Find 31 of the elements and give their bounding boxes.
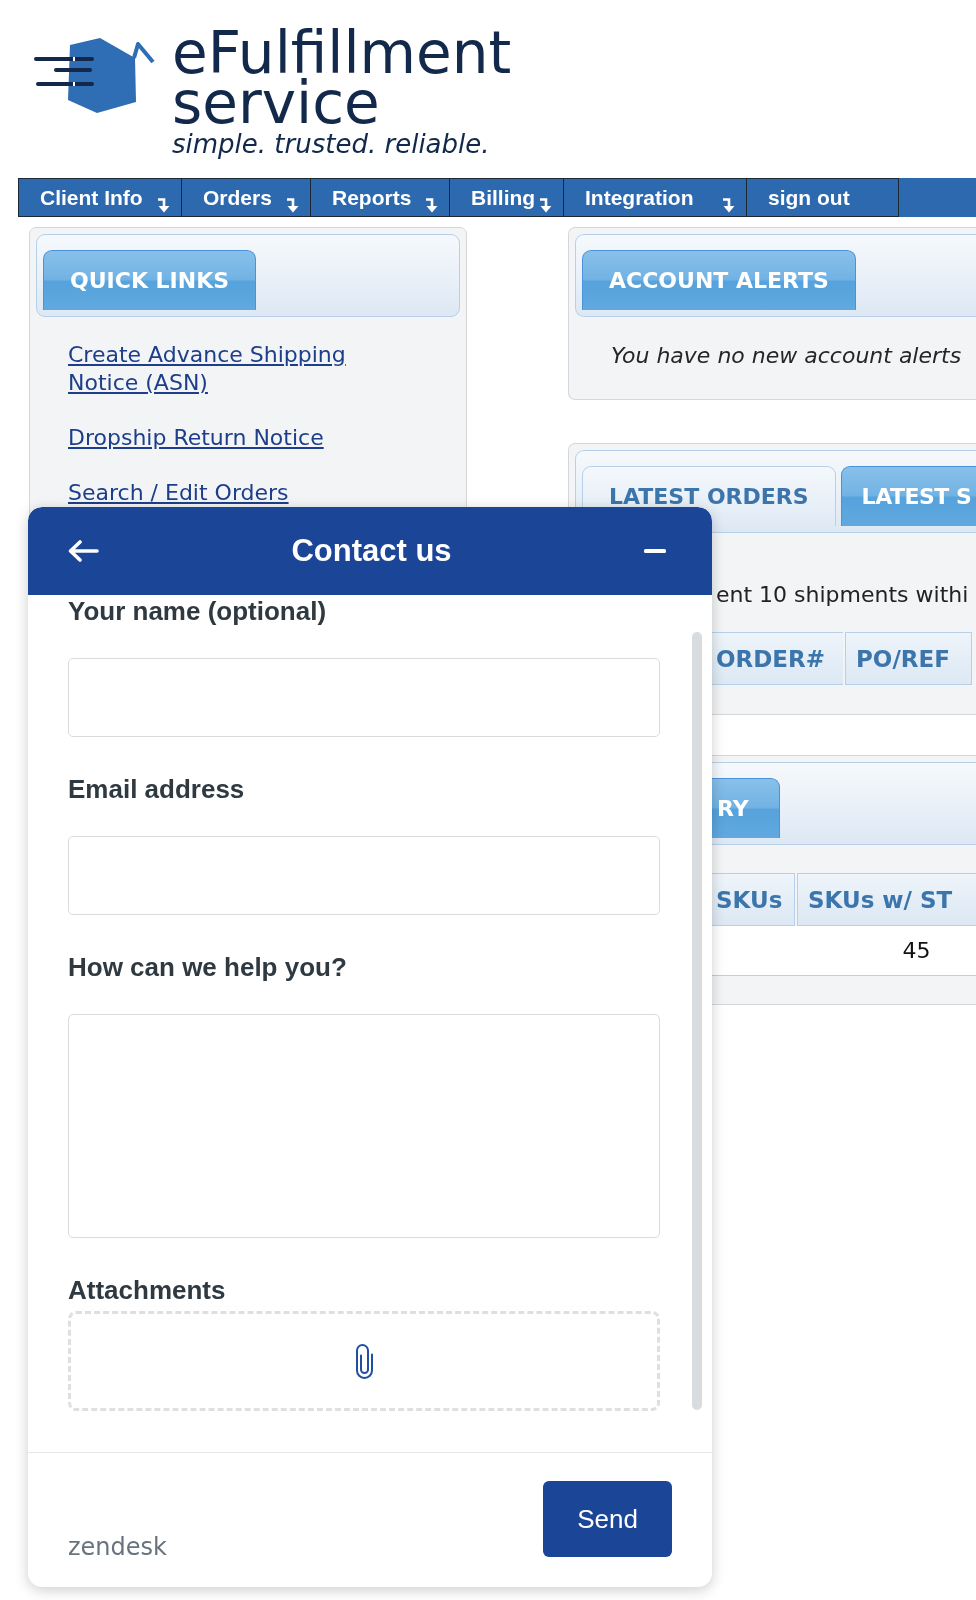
quick-link[interactable]: Create Advance Shipping Notice (ASN) — [68, 341, 368, 397]
logo-text: eFulfillment — [172, 28, 512, 78]
minimize-button[interactable] — [644, 549, 666, 553]
back-arrow-icon — [68, 540, 99, 562]
dialog-title: Contact us — [290, 533, 453, 569]
field-label: How can we help you? — [68, 951, 347, 983]
logo-text: service — [172, 78, 380, 128]
text-field[interactable] — [68, 658, 660, 737]
column-header: PO/REF — [845, 632, 972, 685]
panel-heading: QUICK LINKS — [43, 250, 257, 310]
quick-link[interactable]: Dropship Return Notice — [68, 424, 324, 452]
description-text: ent 10 shipments withi — [716, 581, 969, 609]
attachment-dropzone[interactable] — [68, 1311, 660, 1411]
brand-label: zendesk — [68, 1533, 167, 1561]
field-label: Email address — [68, 773, 245, 805]
panel-heading: ACCOUNT ALERTS — [582, 250, 856, 310]
paperclip-icon — [354, 1343, 374, 1379]
back-button[interactable] — [68, 540, 99, 562]
minus-icon — [644, 549, 666, 553]
send-button[interactable]: Send — [543, 1481, 672, 1557]
logo-box-icon — [34, 36, 155, 115]
quick-link[interactable]: Search / Edit Orders — [68, 479, 289, 507]
scrollbar[interactable] — [692, 632, 702, 1410]
message-field[interactable] — [68, 1014, 660, 1238]
text-field[interactable] — [68, 836, 660, 915]
field-label: Attachments — [68, 1274, 226, 1306]
column-header: SKUs w/ ST — [797, 873, 976, 926]
field-label: Your name (optional) — [68, 595, 327, 627]
table-cell-text: 45 — [901, 937, 932, 965]
alert-message: You have no new account alerts — [611, 342, 962, 370]
logo-tagline: simple. trusted. reliable. — [172, 128, 490, 160]
